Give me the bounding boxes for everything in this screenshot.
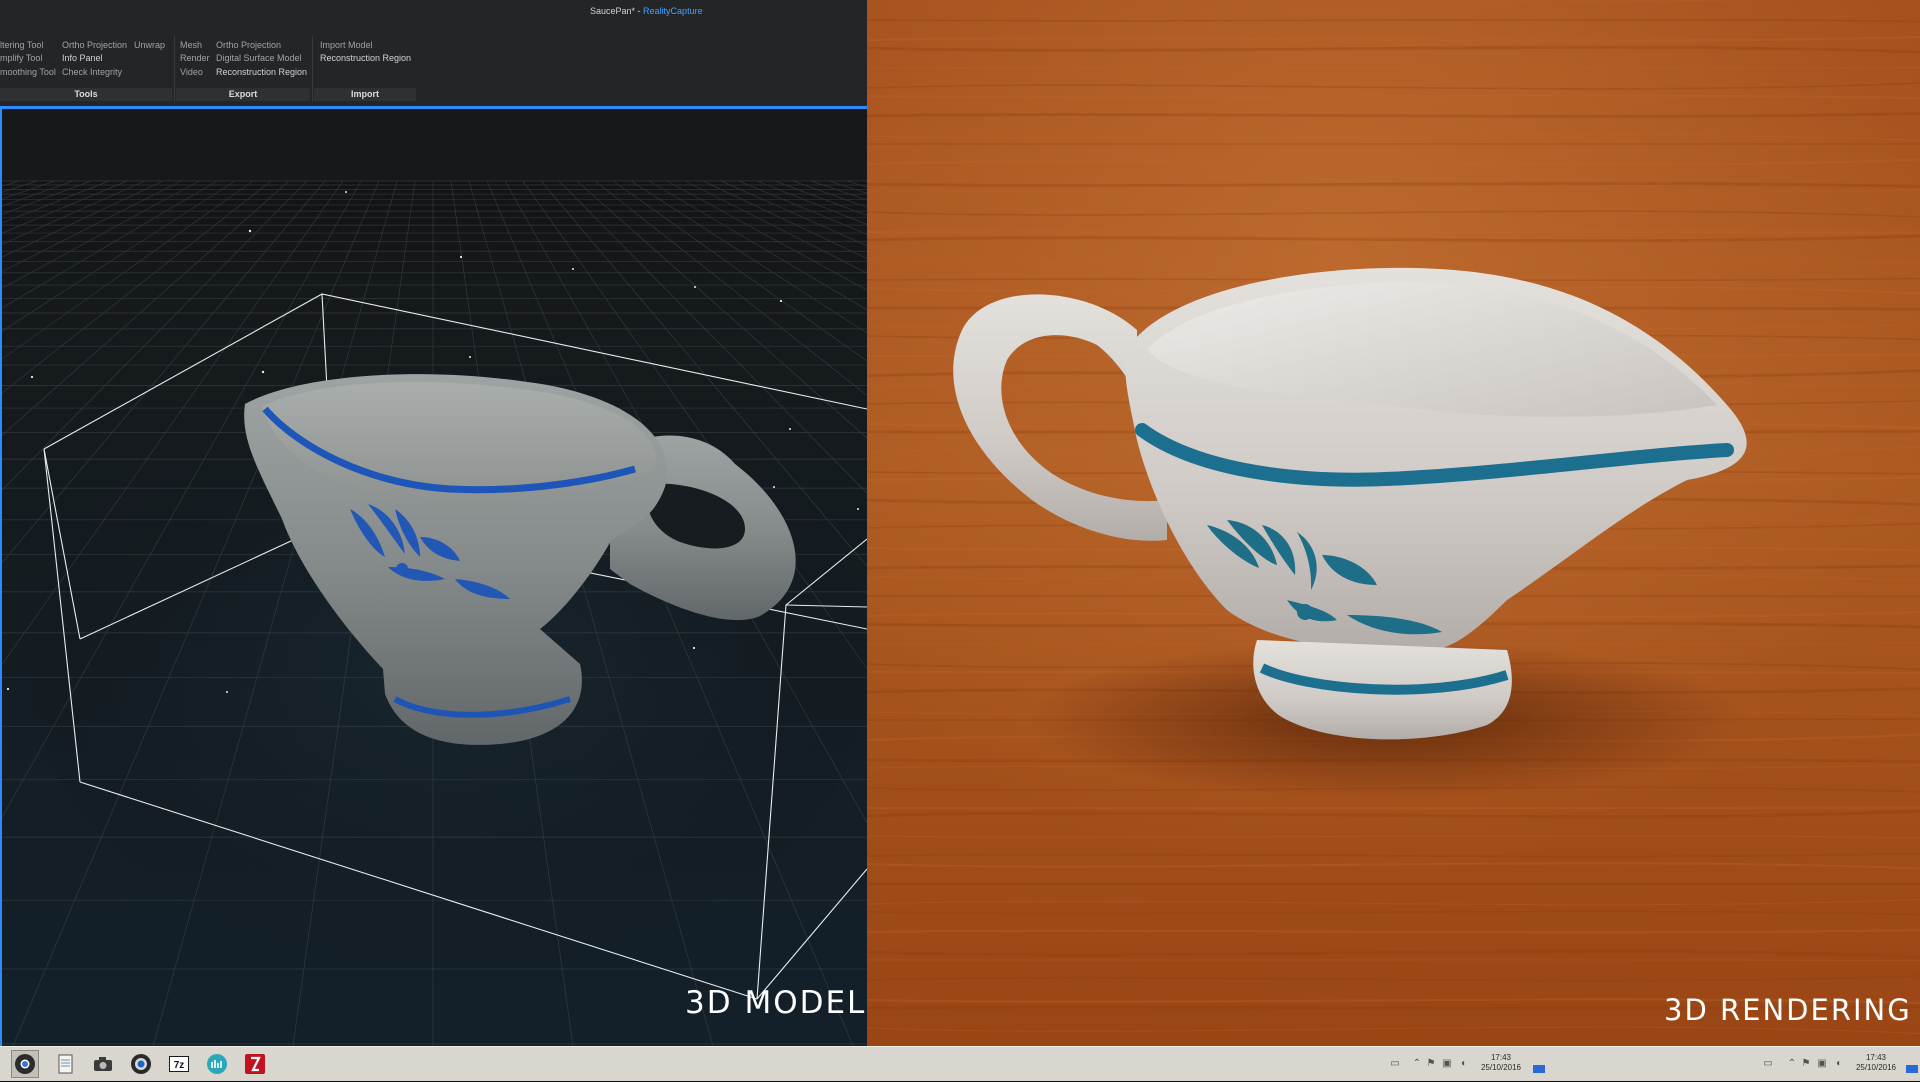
chevron-up-icon[interactable]: ⌃ bbox=[1411, 1059, 1423, 1069]
rendered-photo bbox=[867, 0, 1920, 1046]
show-desktop-button[interactable] bbox=[1533, 1065, 1545, 1073]
taskbar-app-camera[interactable] bbox=[90, 1051, 116, 1077]
system-tray-right: ▭ ⌃ ⚑ ▣ ◖ 17:43 25/10/2016 bbox=[1758, 1047, 1920, 1081]
volume-icon[interactable]: ◖ bbox=[1457, 1059, 1469, 1069]
clock-time: 17:43 bbox=[1865, 1053, 1887, 1062]
svg-text:7z: 7z bbox=[174, 1060, 185, 1071]
clock-time: 17:43 bbox=[1490, 1053, 1512, 1062]
7zip-icon: 7z bbox=[169, 1056, 189, 1072]
ribbon-info-panel[interactable]: Info Panel bbox=[62, 53, 103, 63]
clock-right[interactable]: 17:43 25/10/2016 bbox=[1852, 1053, 1900, 1073]
taskbar-app-realitycapture[interactable] bbox=[204, 1051, 230, 1077]
ribbon-export-mesh[interactable]: Mesh bbox=[180, 40, 202, 50]
3d-model-caption: 3D MODEL bbox=[685, 985, 867, 1021]
viewport-scene[interactable] bbox=[0, 109, 867, 1046]
clock-date: 25/10/2016 bbox=[1480, 1063, 1522, 1072]
obs-icon bbox=[131, 1054, 151, 1074]
volume-icon[interactable]: ◖ bbox=[1832, 1059, 1844, 1069]
chrome-icon bbox=[15, 1054, 35, 1074]
taskbar-app-chrome[interactable] bbox=[11, 1050, 39, 1078]
export-group-label: Export bbox=[176, 88, 310, 101]
camera-icon bbox=[94, 1057, 112, 1071]
chevron-up-icon[interactable]: ⌃ bbox=[1786, 1059, 1798, 1069]
realitycapture-icon bbox=[207, 1054, 227, 1074]
ribbon-export-reconstruction-region[interactable]: Reconstruction Region bbox=[216, 67, 307, 77]
ribbon: SaucePan* - RealityCapture ltering Tool … bbox=[0, 0, 867, 106]
network-icon[interactable]: ▣ bbox=[1816, 1059, 1828, 1069]
app-name: RealityCapture bbox=[643, 6, 703, 16]
filezilla-icon bbox=[245, 1054, 265, 1074]
flag-icon[interactable]: ⚑ bbox=[1800, 1059, 1812, 1069]
taskbar-app-filezilla[interactable] bbox=[242, 1051, 268, 1077]
ribbon-ortho-projection-tool[interactable]: Ortho Projection bbox=[62, 40, 127, 50]
ribbon-unwrap[interactable]: Unwrap bbox=[134, 40, 165, 50]
tools-group-label: Tools bbox=[0, 88, 172, 101]
ribbon-check-integrity[interactable]: Check Integrity bbox=[62, 67, 122, 77]
network-icon[interactable]: ▣ bbox=[1441, 1059, 1453, 1069]
printer-icon[interactable]: ▭ bbox=[1389, 1059, 1401, 1069]
3d-rendering-image: 3D RENDERING bbox=[867, 0, 1920, 1046]
clock-date: 25/10/2016 bbox=[1855, 1063, 1897, 1072]
document-name: SaucePan* bbox=[590, 6, 636, 16]
realitycapture-window: SaucePan* - RealityCapture ltering Tool … bbox=[0, 0, 867, 1046]
ribbon-filtering-tool[interactable]: ltering Tool bbox=[0, 40, 43, 50]
printer-icon[interactable]: ▭ bbox=[1762, 1059, 1774, 1069]
clock-left[interactable]: 17:43 25/10/2016 bbox=[1477, 1053, 1525, 1073]
window-title: SaucePan* - RealityCapture bbox=[590, 6, 703, 16]
show-desktop-button[interactable] bbox=[1906, 1065, 1918, 1073]
ribbon-separator bbox=[312, 36, 313, 102]
import-group-label: Import bbox=[314, 88, 416, 101]
ribbon-simplify-tool[interactable]: mplify Tool bbox=[0, 53, 42, 63]
ribbon-export-video[interactable]: Video bbox=[180, 67, 203, 77]
3d-viewport[interactable]: 3D MODEL bbox=[0, 109, 867, 1046]
ribbon-export-ortho-projection[interactable]: Ortho Projection bbox=[216, 40, 281, 50]
system-tray-left: ▭ ⌃ ⚑ ▣ ◖ 17:43 25/10/2016 bbox=[1385, 1047, 1545, 1081]
ribbon-export-render[interactable]: Render bbox=[180, 53, 210, 63]
taskbar-app-obs[interactable] bbox=[128, 1051, 154, 1077]
flag-icon[interactable]: ⚑ bbox=[1425, 1059, 1437, 1069]
windows-taskbar: 7z ▭ ⌃ ⚑ ▣ ◖ 17:43 25/10/2016 ▭ ⌃ ⚑ ▣ ◖ … bbox=[0, 1046, 1920, 1081]
ribbon-smoothing-tool[interactable]: moothing Tool bbox=[0, 67, 56, 77]
viewport-border bbox=[0, 109, 2, 1046]
ribbon-export-dsm[interactable]: Digital Surface Model bbox=[216, 53, 302, 63]
notepad-icon bbox=[58, 1054, 73, 1074]
ribbon-import-reconstruction-region[interactable]: Reconstruction Region bbox=[320, 53, 411, 63]
ribbon-separator bbox=[174, 36, 175, 102]
taskbar-app-7zip[interactable]: 7z bbox=[166, 1051, 192, 1077]
3d-rendering-caption: 3D RENDERING bbox=[1664, 993, 1912, 1027]
ribbon-import-model[interactable]: Import Model bbox=[320, 40, 373, 50]
taskbar-app-notepad[interactable] bbox=[52, 1051, 78, 1077]
